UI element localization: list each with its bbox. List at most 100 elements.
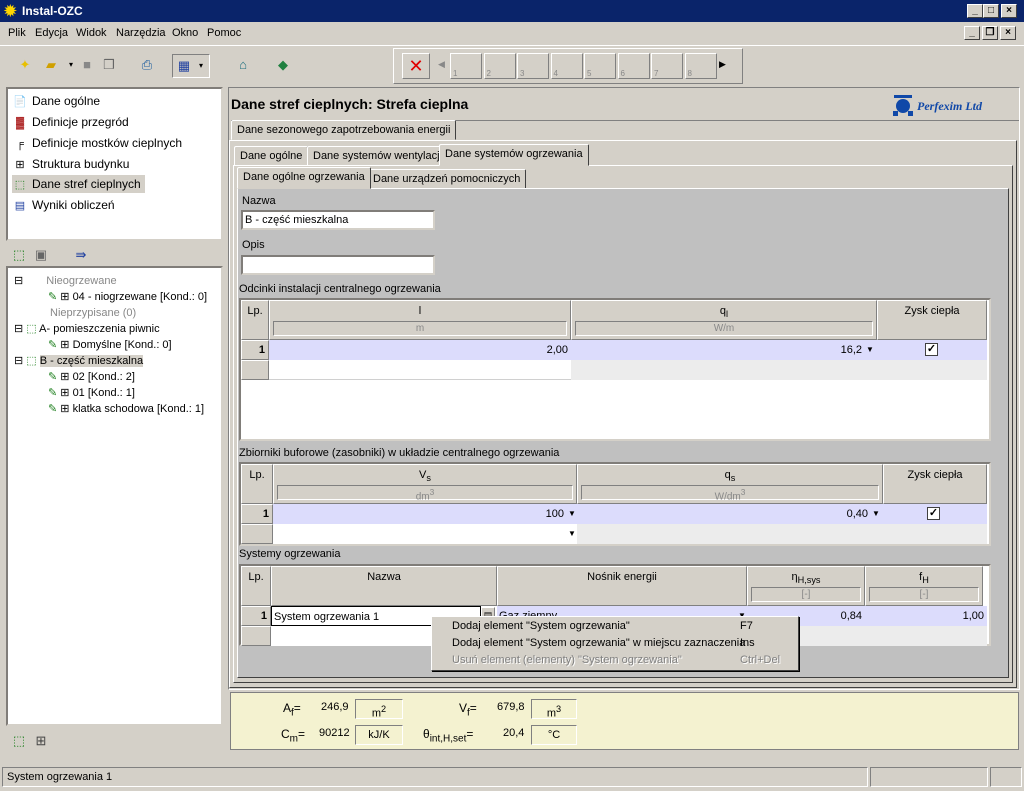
- volume-dropdown[interactable]: ▼: [567, 504, 577, 524]
- tree-node-zone-b[interactable]: ⊟ ⬚ B - część mieszkalna: [14, 354, 144, 368]
- menu-pomoc[interactable]: Pomoc: [207, 27, 241, 39]
- add-zone-icon[interactable]: ⬚: [10, 246, 28, 264]
- column-header-efficiency: ηH,sys [-]: [747, 566, 865, 606]
- stepper-prev-icon[interactable]: ◀: [438, 59, 445, 70]
- description-field[interactable]: [241, 255, 435, 275]
- new-row-dropdown[interactable]: ▼: [567, 524, 577, 544]
- zone-icon: ⬚: [26, 323, 37, 335]
- menu-plik[interactable]: Plik: [8, 27, 26, 39]
- tree-node-unheated[interactable]: ⊟ Nieogrzewane: [14, 274, 117, 288]
- heat-gain-checkbox[interactable]: ✓: [925, 343, 938, 356]
- tree-label: klatka schodowa [Kond.: 1]: [72, 403, 205, 415]
- minimize-icon[interactable]: _: [967, 4, 983, 18]
- tab-auxiliary[interactable]: Dane urządzeń pomocniczych: [367, 169, 527, 189]
- context-menu-item-insert[interactable]: Dodaj element "System ogrzewania" w miej…: [452, 637, 745, 649]
- name-field[interactable]: B - część mieszkalna: [241, 210, 435, 230]
- zone-view-icon[interactable]: ⬚: [10, 732, 28, 750]
- context-menu-item-delete: Usuń element (elementy) "System ogrzewan…: [452, 654, 682, 666]
- header-sub: l: [726, 309, 729, 320]
- cell-volume[interactable]: 100: [273, 504, 567, 524]
- save-icon[interactable]: ■: [78, 56, 96, 74]
- context-menu: Dodaj element "System ogrzewania" F7 Dod…: [431, 616, 799, 671]
- tree-node-unassigned[interactable]: Nieprzypisane (0): [50, 306, 136, 320]
- building-icon[interactable]: ⌂: [234, 56, 252, 74]
- zone-icon: ⬚: [26, 355, 37, 367]
- resize-grip-icon[interactable]: [990, 767, 1022, 787]
- tab-heating[interactable]: Dane systemów ogrzewania: [439, 144, 589, 166]
- tree-node-room-02[interactable]: ✎ ⊞ 02 [Kond.: 2]: [48, 370, 135, 384]
- cell-buffer-loss[interactable]: 0,40: [577, 504, 871, 524]
- menu-okno[interactable]: Okno: [172, 27, 198, 39]
- mdi-minimize-icon[interactable]: _: [964, 26, 980, 40]
- cell-heat-gain[interactable]: ✓: [877, 340, 987, 360]
- tab-ventilation[interactable]: Dane systemów wentylacji: [307, 146, 448, 166]
- close-icon[interactable]: ×: [1001, 4, 1017, 18]
- stepper-step[interactable]: 4: [550, 53, 583, 79]
- nav-item-partitions[interactable]: ▓ Definicje przegród: [12, 113, 129, 131]
- nav-item-thermal-bridges[interactable]: ╒ Definicje mostków cieplnych: [12, 134, 182, 152]
- buffers-title: Zbiorniki buforowe (zasobniki) w układzi…: [239, 447, 560, 459]
- context-menu-item-add[interactable]: Dodaj element "System ogrzewania": [452, 620, 630, 632]
- maximize-icon[interactable]: □: [983, 4, 999, 18]
- open-folder-icon[interactable]: ▰: [42, 56, 60, 74]
- room-view-icon[interactable]: ⊞: [32, 732, 50, 750]
- cancel-icon[interactable]: ✕: [402, 53, 430, 79]
- tree-node-room-04[interactable]: ✎ ⊞ 04 - niogrzewane [Kond.: 0]: [48, 290, 207, 304]
- nav-item-thermal-zones[interactable]: ⬚ Dane stref cieplnych: [12, 175, 145, 193]
- column-header-name: Nazwa: [271, 566, 497, 606]
- stepper-step[interactable]: 8: [684, 53, 717, 79]
- unit-sup: 3: [740, 487, 746, 497]
- menu-narzedzia[interactable]: Narzędzia: [116, 27, 166, 39]
- tree-node-staircase[interactable]: ✎ ⊞ klatka schodowa [Kond.: 1]: [48, 402, 204, 416]
- menu-widok[interactable]: Widok: [76, 27, 107, 39]
- print-icon[interactable]: ⎙: [138, 56, 156, 74]
- new-file-icon[interactable]: ✦: [16, 56, 34, 74]
- mdi-restore-icon[interactable]: ❐: [982, 26, 998, 40]
- tree-label: 04 - niogrzewane [Kond.: 0]: [72, 291, 208, 303]
- mdi-close-icon[interactable]: ×: [1000, 26, 1016, 40]
- unit-volume: dm3: [277, 485, 573, 502]
- tab-general[interactable]: Dane ogólne: [234, 146, 309, 166]
- heat-loss-dropdown[interactable]: ▼: [865, 340, 877, 360]
- cell-length[interactable]: 2,00: [269, 340, 571, 360]
- book-icon[interactable]: ◆: [274, 56, 292, 74]
- calculator-icon: ▦: [177, 58, 191, 73]
- app-icon: ✹: [4, 3, 17, 20]
- tab-heating-general[interactable]: Dane ogólne ogrzewania: [237, 167, 371, 189]
- calculator-toggle[interactable]: ▦ ▾: [172, 54, 210, 78]
- new-row-cell[interactable]: [269, 360, 571, 380]
- cell-factor[interactable]: 1,00: [865, 606, 987, 626]
- unit-sup: 3: [429, 487, 435, 497]
- stepper-step[interactable]: 2: [483, 53, 516, 79]
- stepper-step[interactable]: 1: [450, 53, 482, 79]
- name-label: Nazwa: [242, 195, 276, 207]
- stepper-step[interactable]: 6: [617, 53, 650, 79]
- new-row-cell[interactable]: [577, 524, 987, 544]
- heat-gain-checkbox[interactable]: ✓: [927, 507, 940, 520]
- menu-edycja[interactable]: Edycja: [35, 27, 68, 39]
- nav-item-building-structure[interactable]: ⊞ Struktura budynku: [12, 155, 129, 173]
- add-room-icon[interactable]: ▣: [32, 246, 50, 264]
- pencil-icon: ✎: [48, 339, 58, 351]
- systems-title: Systemy ogrzewania: [239, 548, 341, 560]
- stepper-step[interactable]: 3: [517, 53, 549, 79]
- tree-node-default[interactable]: ✎ ⊞ Domyślne [Kond.: 0]: [48, 338, 172, 352]
- nav-item-general[interactable]: 📄 Dane ogólne: [12, 92, 100, 110]
- stepper-next-icon[interactable]: ▶: [719, 59, 726, 70]
- tree-node-room-01[interactable]: ✎ ⊞ 01 [Kond.: 1]: [48, 386, 135, 400]
- buffer-loss-dropdown[interactable]: ▼: [871, 504, 883, 524]
- tree-node-zone-a[interactable]: ⊟ ⬚ A- pomieszczenia piwnic: [14, 322, 160, 336]
- logo-graphic: Perfexim Ltd: [889, 93, 1014, 117]
- new-row-cell[interactable]: [571, 360, 987, 380]
- nav-item-results[interactable]: ▤ Wyniki obliczeń: [12, 196, 115, 214]
- cell-heat-gain[interactable]: ✓: [883, 504, 987, 524]
- save-all-icon[interactable]: ❒: [100, 56, 118, 74]
- assign-icon[interactable]: ⇛: [72, 246, 90, 264]
- chevron-down-icon: ▼: [866, 345, 874, 354]
- column-header-buffer-loss: qs W/dm3: [577, 464, 883, 504]
- new-row-cell[interactable]: [273, 524, 567, 544]
- stepper-step[interactable]: 5: [584, 53, 616, 79]
- tab-seasonal-energy[interactable]: Dane sezonowego zapotrzebowania energii: [231, 120, 457, 140]
- cell-heat-loss[interactable]: 16,2: [571, 340, 865, 360]
- stepper-step[interactable]: 7: [651, 53, 683, 79]
